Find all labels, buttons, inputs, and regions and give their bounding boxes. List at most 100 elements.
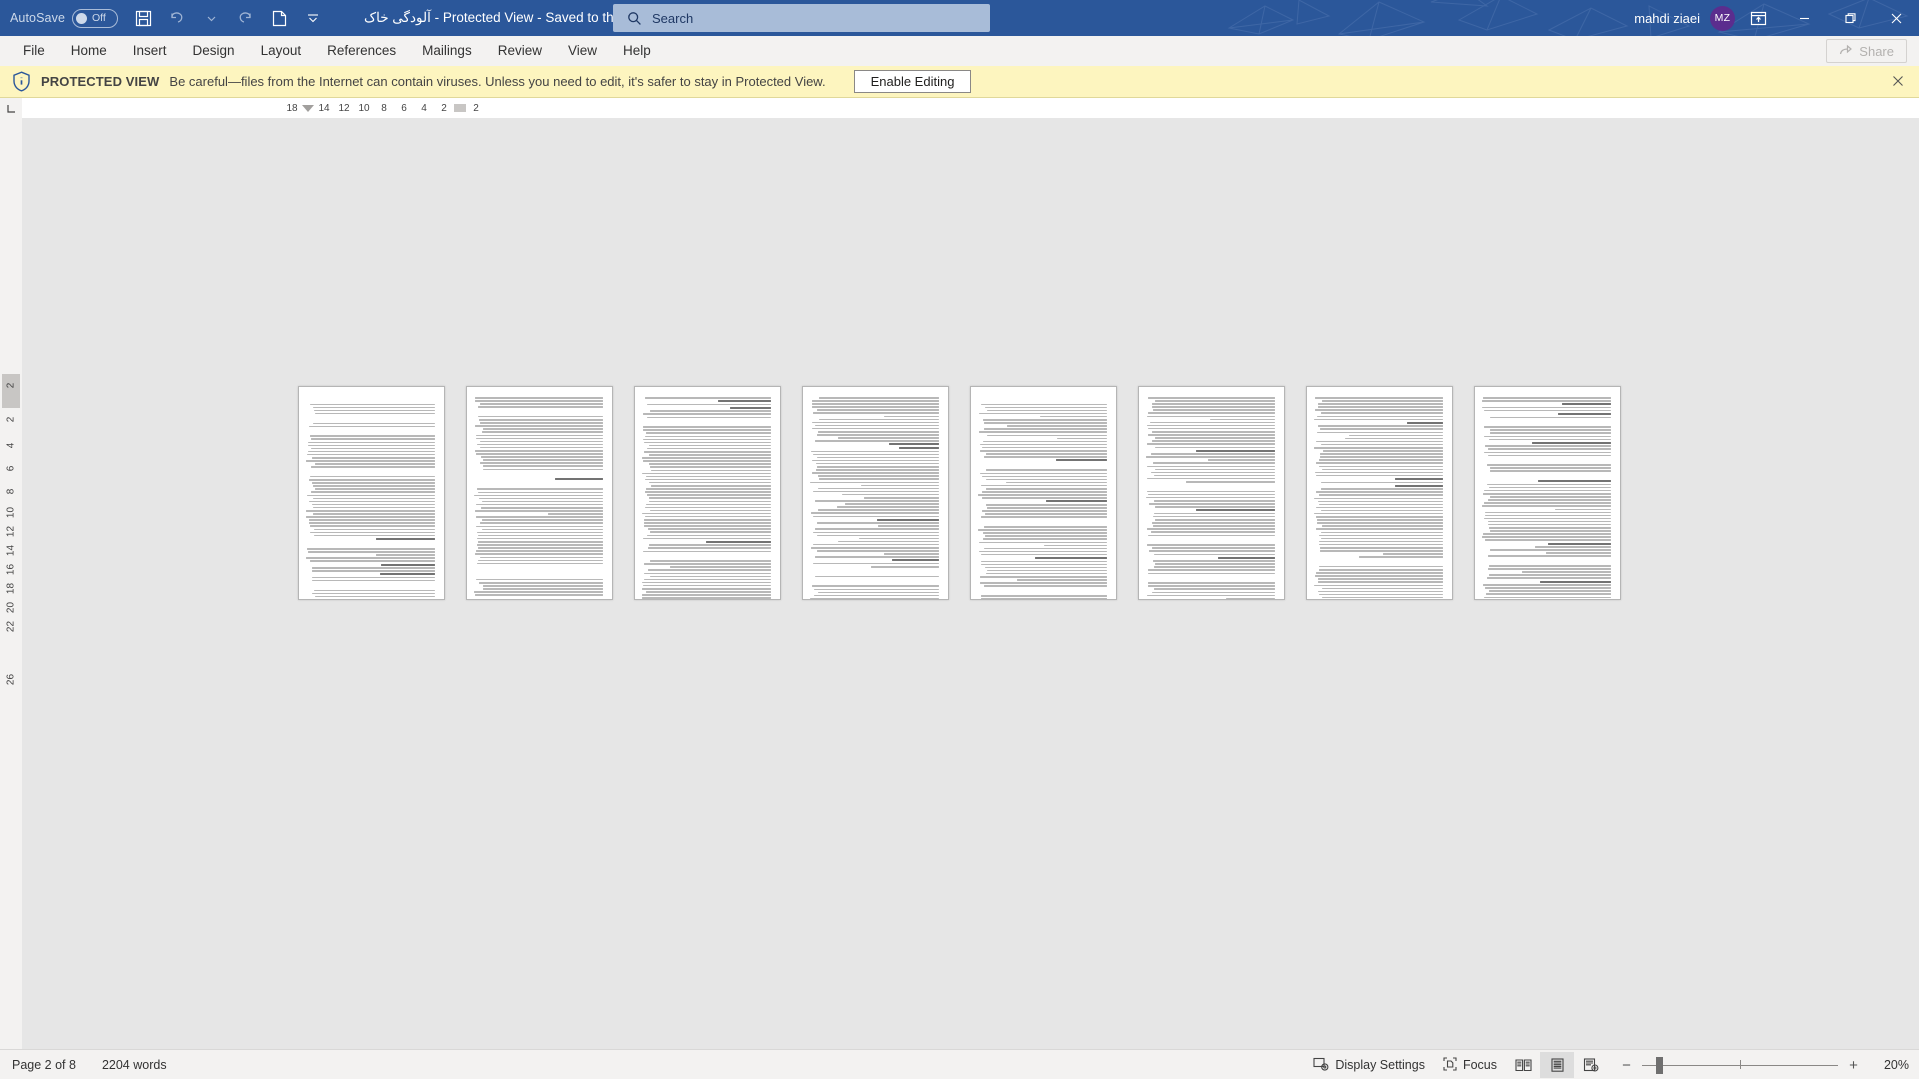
account-name[interactable]: mahdi ziaei xyxy=(1634,11,1700,26)
zoom-in-button[interactable]: + xyxy=(1847,1057,1860,1074)
text-line xyxy=(312,567,435,569)
document-page[interactable] xyxy=(970,386,1117,600)
text-line xyxy=(982,475,1107,478)
read-mode-icon[interactable] xyxy=(1506,1052,1540,1078)
web-layout-icon[interactable] xyxy=(1574,1052,1608,1078)
text-line xyxy=(1155,446,1275,448)
text-line xyxy=(649,544,771,546)
text-line xyxy=(1146,576,1275,581)
document-page[interactable] xyxy=(466,386,613,600)
autosave-toggle[interactable]: Off xyxy=(72,8,119,28)
text-line xyxy=(1318,578,1443,580)
zoom-out-button[interactable]: − xyxy=(1620,1057,1633,1074)
tab-help[interactable]: Help xyxy=(610,39,664,62)
zoom-slider[interactable] xyxy=(1642,1050,1838,1079)
document-page[interactable] xyxy=(1306,386,1453,600)
print-layout-icon[interactable] xyxy=(1540,1052,1574,1078)
text-line xyxy=(1319,494,1443,496)
tab-layout[interactable]: Layout xyxy=(248,39,315,62)
document-page[interactable] xyxy=(298,386,445,600)
text-line xyxy=(978,397,1107,402)
zoom-control[interactable]: − + 20% xyxy=(1620,1050,1909,1079)
text-line xyxy=(1487,483,1611,486)
ribbon-display-options-icon[interactable] xyxy=(1735,0,1781,36)
text-line xyxy=(1489,574,1611,576)
tab-mailings[interactable]: Mailings xyxy=(409,39,485,62)
search-box[interactable]: Search xyxy=(613,4,990,32)
focus-button[interactable]: Focus xyxy=(1434,1053,1506,1077)
autosave-label: AutoSave xyxy=(10,11,66,25)
text-line xyxy=(1152,547,1275,549)
text-line xyxy=(1147,465,1275,468)
text-line xyxy=(1218,556,1275,559)
text-line xyxy=(1149,503,1275,505)
restore-button[interactable] xyxy=(1827,0,1873,36)
text-line xyxy=(381,563,435,566)
text-line xyxy=(1210,418,1275,421)
text-line xyxy=(1155,506,1275,508)
tab-insert[interactable]: Insert xyxy=(120,39,180,62)
save-icon[interactable] xyxy=(126,2,160,34)
text-line xyxy=(983,532,1107,534)
text-line xyxy=(1558,412,1611,415)
text-line xyxy=(482,431,603,433)
close-icon[interactable] xyxy=(1889,72,1907,90)
text-line xyxy=(980,443,1107,446)
minimize-button[interactable] xyxy=(1781,0,1827,36)
text-line xyxy=(642,588,771,590)
text-line xyxy=(1148,434,1275,436)
page-content xyxy=(1314,397,1443,599)
zoom-percentage[interactable]: 20% xyxy=(1873,1058,1909,1072)
text-line xyxy=(1522,571,1611,573)
document-page[interactable] xyxy=(1474,386,1621,600)
autosave-control[interactable]: AutoSave Off xyxy=(10,8,119,28)
text-line xyxy=(315,595,435,598)
word-count[interactable]: 2204 words xyxy=(102,1058,167,1072)
text-line xyxy=(1482,505,1611,507)
customize-quick-access-toolbar-icon[interactable] xyxy=(296,2,330,34)
search-input[interactable]: Search xyxy=(652,11,693,26)
avatar[interactable]: MZ xyxy=(1710,5,1735,31)
margin-marker[interactable] xyxy=(454,104,466,112)
redo-icon[interactable] xyxy=(228,2,262,34)
document-page[interactable] xyxy=(634,386,781,600)
text-line xyxy=(1154,500,1275,502)
close-button[interactable] xyxy=(1873,0,1919,36)
document-canvas[interactable]: 2 2 4 6 8 10 12 14 16 18 20 22 26 xyxy=(0,118,1919,1049)
enable-editing-button[interactable]: Enable Editing xyxy=(853,70,972,93)
text-line xyxy=(811,547,939,549)
zoom-slider-thumb[interactable] xyxy=(1656,1056,1663,1074)
text-line xyxy=(310,531,435,534)
text-line xyxy=(1488,555,1611,557)
tab-design[interactable]: Design xyxy=(180,39,248,62)
text-line xyxy=(650,560,771,562)
text-line xyxy=(1490,530,1611,532)
display-settings-button[interactable]: Display Settings xyxy=(1304,1053,1434,1077)
tab-review[interactable]: Review xyxy=(485,39,555,62)
tab-file[interactable]: File xyxy=(10,39,58,62)
document-page[interactable] xyxy=(1138,386,1285,600)
chevron-down-icon[interactable] xyxy=(194,2,228,34)
tab-references[interactable]: References xyxy=(314,39,409,62)
horizontal-ruler[interactable]: 18 14 12 10 8 6 4 2 2 xyxy=(0,98,1919,118)
text-line xyxy=(813,531,939,534)
text-line xyxy=(312,579,435,582)
text-line xyxy=(478,541,603,543)
text-line xyxy=(311,438,435,440)
text-line xyxy=(477,443,603,446)
document-page[interactable] xyxy=(802,386,949,600)
undo-icon[interactable] xyxy=(160,2,194,34)
text-line xyxy=(477,537,603,540)
indent-marker[interactable] xyxy=(302,104,314,112)
tab-home[interactable]: Home xyxy=(58,39,120,62)
text-line xyxy=(480,422,603,424)
text-line xyxy=(1322,468,1443,471)
tab-view[interactable]: View xyxy=(555,39,610,62)
new-document-icon[interactable] xyxy=(262,2,296,34)
text-line xyxy=(482,528,603,531)
tab-selector-icon[interactable] xyxy=(0,98,22,118)
share-button[interactable]: Share xyxy=(1826,39,1907,63)
text-line xyxy=(1489,590,1611,592)
page-indicator[interactable]: Page 2 of 8 xyxy=(12,1058,76,1072)
text-line xyxy=(1407,421,1443,424)
